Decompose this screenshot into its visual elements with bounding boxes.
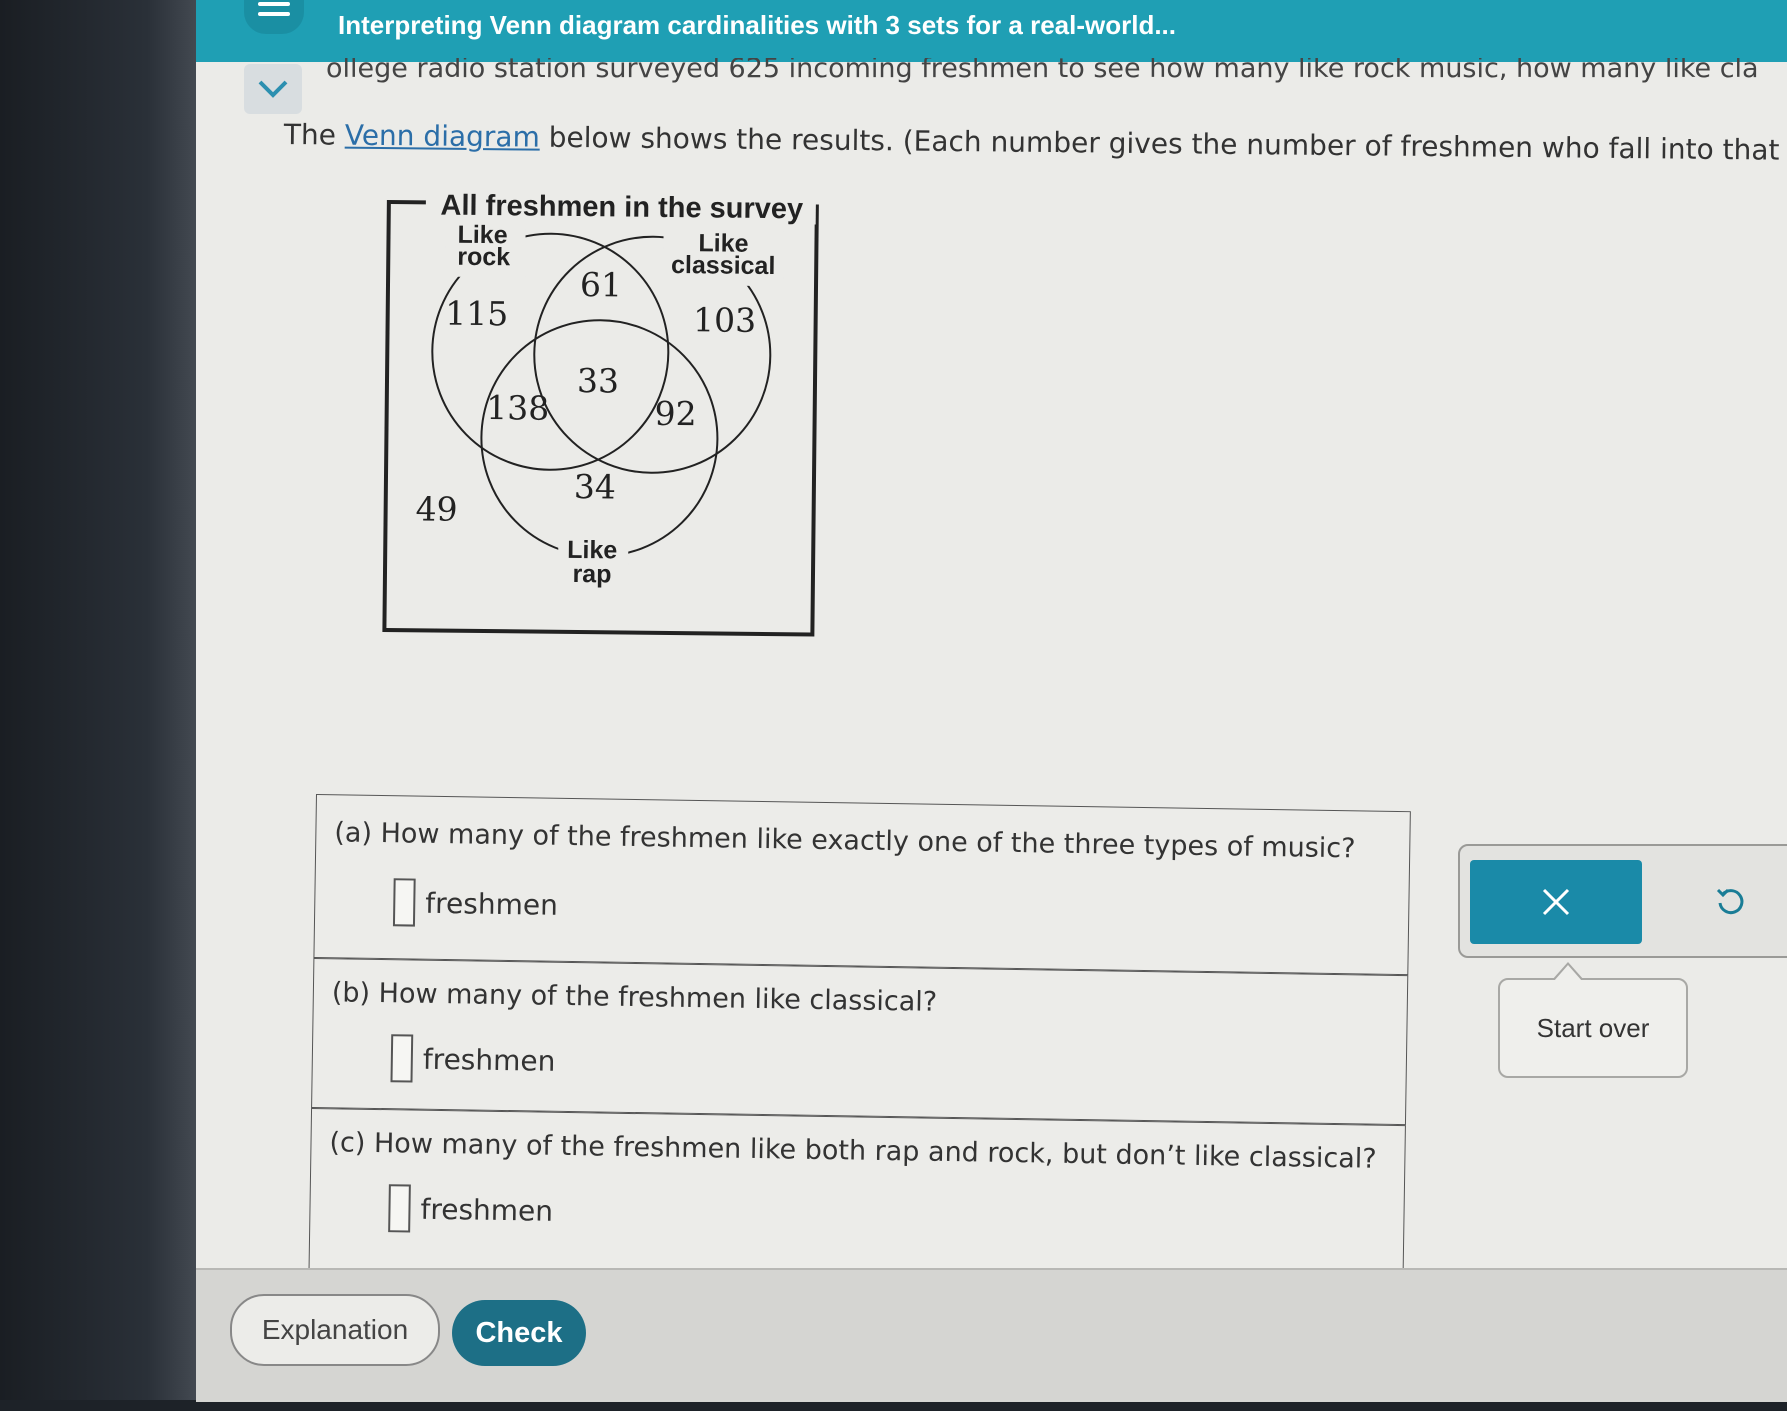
problem-intro: The Venn diagram below shows the results… xyxy=(283,118,1787,168)
tooltip-text: Start over xyxy=(1536,1012,1650,1043)
answer-unit-a: freshmen xyxy=(425,886,559,922)
problem-statement-partial: ollege radio station surveyed 625 incomi… xyxy=(326,58,1759,84)
region-classical-rap: 92 xyxy=(654,394,696,433)
clear-answer-button[interactable] xyxy=(1470,860,1642,944)
rock-label-line2: rock xyxy=(457,243,510,272)
region-none: 49 xyxy=(415,489,457,528)
check-button[interactable]: Check xyxy=(452,1300,586,1366)
rap-label-line2: rap xyxy=(572,560,611,588)
rap-circle xyxy=(480,319,719,558)
question-c-text: (c) How many of the freshmen like both r… xyxy=(329,1127,1377,1175)
intro-text-before: The xyxy=(283,118,345,152)
question-a: (a) How many of the freshmen like exactl… xyxy=(313,794,1411,976)
chevron-down-icon xyxy=(258,80,288,98)
lesson-title: Interpreting Venn diagram cardinalities … xyxy=(338,10,1176,40)
collapse-statement-button[interactable] xyxy=(244,64,302,114)
tooltip-arrow xyxy=(1552,962,1584,981)
close-icon xyxy=(1542,888,1570,916)
venn-diagram: All freshmen in the survey Like rock Lik… xyxy=(380,190,906,735)
lesson-screen: Interpreting Venn diagram cardinalities … xyxy=(196,0,1787,1402)
answer-input-c[interactable] xyxy=(388,1184,411,1233)
question-a-text: (a) How many of the freshmen like exactl… xyxy=(334,817,1356,865)
region-rock-rap: 138 xyxy=(486,388,549,428)
question-b-text: (b) How many of the freshmen like classi… xyxy=(331,977,938,1018)
screen-bezel xyxy=(0,0,210,1400)
undo-button[interactable] xyxy=(1700,872,1760,932)
answer-input-a[interactable] xyxy=(392,878,416,927)
menu-button[interactable] xyxy=(244,0,304,34)
venn-diagram-link[interactable]: Venn diagram xyxy=(345,119,540,154)
answer-unit-b: freshmen xyxy=(422,1042,556,1078)
region-classical-only: 103 xyxy=(693,300,756,340)
bottom-action-bar: Explanation Check xyxy=(196,1268,1787,1402)
topbar: Interpreting Venn diagram cardinalities … xyxy=(196,0,1787,62)
region-rock-only: 115 xyxy=(445,294,508,334)
universe-title: All freshmen in the survey xyxy=(440,190,803,225)
explanation-button[interactable]: Explanation xyxy=(230,1294,440,1366)
start-over-tooltip: Start over xyxy=(1498,962,1688,1078)
question-b: (b) How many of the freshmen like classi… xyxy=(311,957,1409,1126)
undo-icon xyxy=(1716,888,1744,915)
classical-label-line2: classical xyxy=(671,251,776,280)
region-rock-classical: 61 xyxy=(580,265,622,304)
answer-tools-panel xyxy=(1458,844,1787,958)
answer-input-b[interactable] xyxy=(390,1034,414,1083)
region-rap-only: 34 xyxy=(574,467,616,506)
region-all-three: 33 xyxy=(577,361,619,400)
intro-text-after: below shows the results. (Each number gi… xyxy=(539,120,1787,168)
answer-unit-c: freshmen xyxy=(420,1192,554,1228)
